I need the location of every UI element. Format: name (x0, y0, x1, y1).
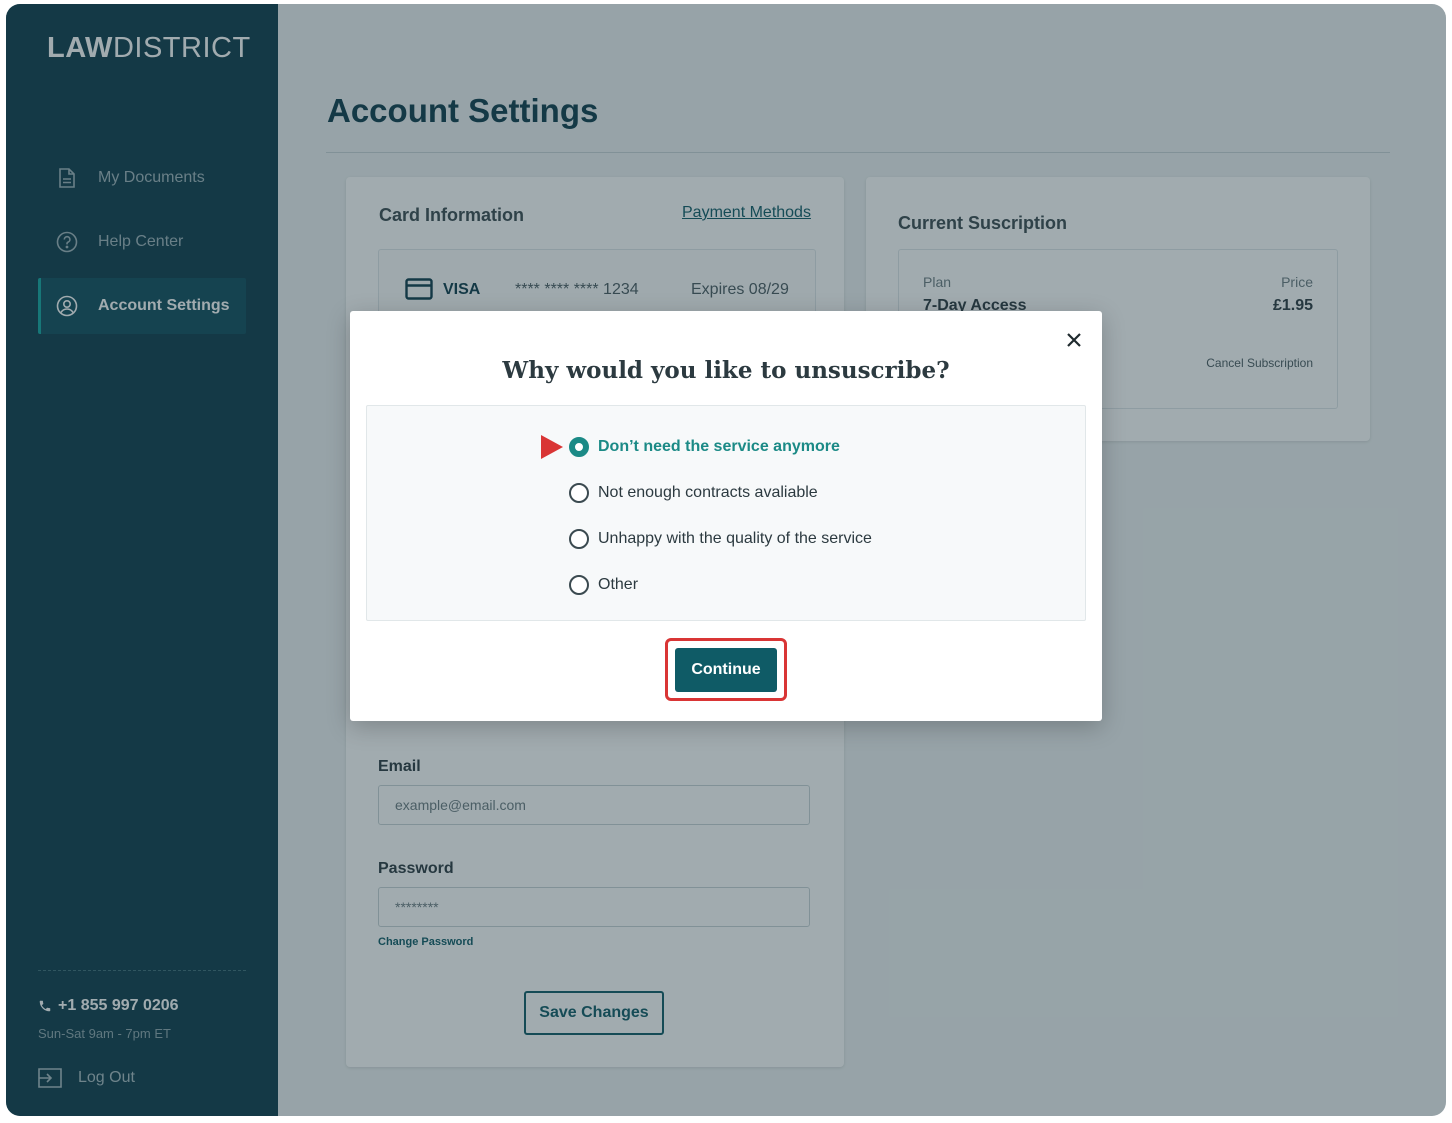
reason-option-label: Unhappy with the quality of the service (598, 530, 872, 547)
reason-option-label: Not enough contracts avaliable (598, 484, 818, 501)
close-icon (1066, 332, 1082, 351)
radio-unchecked[interactable] (569, 483, 589, 503)
reason-option-not-enough-contracts[interactable]: Not enough contracts avaliable (569, 482, 818, 504)
reason-options: Don’t need the service anymore Not enoug… (366, 405, 1086, 621)
modal-title: Why would you like to unsuscribe? (502, 357, 950, 384)
reason-option-dont-need[interactable]: Don’t need the service anymore (569, 436, 840, 458)
unsubscribe-reason-modal: Why would you like to unsuscribe? Don’t … (350, 311, 1102, 721)
continue-button[interactable]: Continue (675, 648, 777, 692)
radio-unchecked[interactable] (569, 529, 589, 549)
reason-option-label: Don’t need the service anymore (598, 438, 840, 455)
radio-unchecked[interactable] (569, 575, 589, 595)
pointer-arrow-icon (541, 435, 563, 459)
reason-option-label: Other (598, 576, 639, 593)
radio-checked[interactable] (569, 437, 589, 457)
reason-option-other[interactable]: Other (569, 574, 638, 596)
close-modal-button[interactable] (1062, 329, 1086, 353)
app-window: LAWDISTRICT My Documents Help Center Acc… (6, 4, 1446, 1116)
reason-option-unhappy-quality[interactable]: Unhappy with the quality of the service (569, 528, 872, 550)
